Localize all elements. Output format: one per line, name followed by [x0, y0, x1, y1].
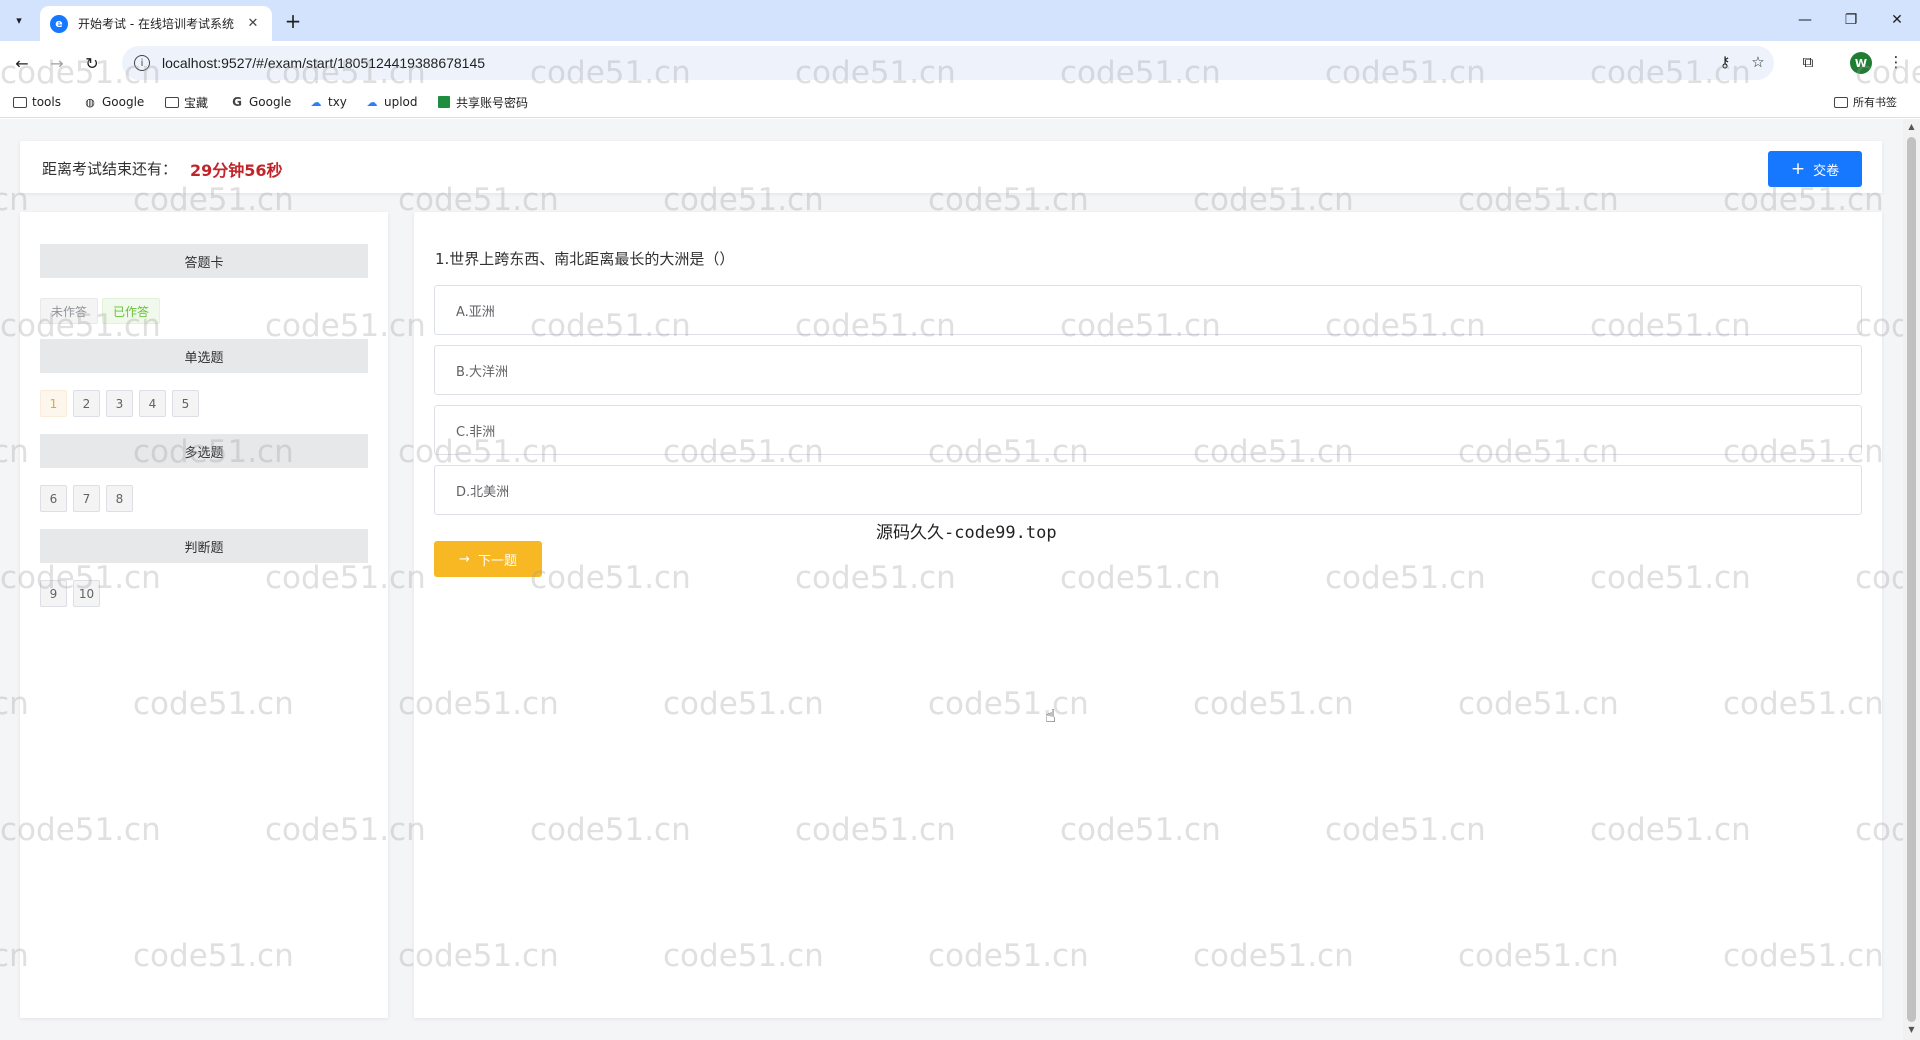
question-number-button[interactable]: 2 [73, 390, 100, 417]
question-number-button[interactable]: 9 [40, 580, 67, 607]
question-panel: 1.世界上跨东西、南北距离最长的大洲是（） A.亚洲 B.大洋洲 C.非洲 D.… [414, 212, 1882, 1018]
timer-label: 距离考试结束还有： [42, 160, 178, 178]
answer-option-a[interactable]: A.亚洲 [434, 285, 1862, 335]
multiple-choice-numbers: 6 7 8 [40, 485, 133, 512]
exam-page: 距离考试结束还有： 29分钟56秒 + 交卷 答题卡 未作答 已作答 单选题 1… [0, 119, 1920, 1040]
site-favicon-icon: e [50, 14, 68, 33]
extensions-puzzle-icon[interactable]: ⧉ [1796, 50, 1820, 74]
question-number-button[interactable]: 3 [106, 390, 133, 417]
hand-cursor-icon: ☝ [1045, 706, 1056, 727]
cloud-icon: ☁ [310, 95, 322, 109]
address-bar[interactable]: i localhost:9527/#/exam/start/1805124419… [122, 46, 1774, 80]
minimize-window-icon[interactable]: — [1782, 0, 1828, 40]
folder-icon [1834, 96, 1848, 108]
page-scrollbar[interactable]: ▲ ▼ [1903, 119, 1920, 1040]
bookmark-label: Google [249, 95, 292, 109]
new-tab-plus-icon[interactable]: + [280, 8, 306, 34]
question-text: 1.世界上跨东西、南北距离最长的大洲是（） [435, 250, 735, 268]
question-number-button[interactable]: 10 [73, 580, 100, 607]
question-number-button[interactable]: 6 [40, 485, 67, 512]
browser-toolbar: ← → ↻ i localhost:9527/#/exam/start/1805… [0, 41, 1920, 85]
answer-option-d[interactable]: D.北美洲 [434, 465, 1862, 515]
browser-tab-active[interactable]: e 开始考试 - 在线培训考试系统 ✕ [40, 6, 272, 41]
question-number-button[interactable]: 4 [139, 390, 166, 417]
arrow-right-icon: → [459, 551, 470, 567]
bookmarks-bar: tools ◍ Google 宝藏 G Google ☁ txy ☁ uplod… [0, 85, 1920, 118]
bookmark-label: Google [102, 95, 145, 109]
bookmark-label: 共享账号密码 [456, 95, 529, 110]
answer-card-title: 答题卡 [40, 244, 368, 278]
sheets-icon [437, 96, 451, 108]
google-icon: G [232, 95, 242, 109]
reload-icon[interactable]: ↻ [78, 49, 106, 77]
profile-avatar[interactable]: W [1850, 52, 1872, 74]
bookmark-star-icon[interactable]: ☆ [1746, 50, 1770, 74]
timer-countdown: 29分钟56秒 [190, 161, 283, 180]
exam-timer-bar: 距离考试结束还有： 29分钟56秒 + 交卷 [20, 141, 1882, 193]
folder-icon [165, 96, 179, 108]
bookmark-label: txy [328, 95, 347, 109]
question-number-button[interactable]: 7 [73, 485, 100, 512]
bookmark-label: tools [32, 95, 61, 109]
browser-menu-icon[interactable]: ⋮ [1884, 50, 1908, 74]
question-number-button[interactable]: 8 [106, 485, 133, 512]
close-window-icon[interactable]: ✕ [1874, 0, 1920, 40]
bookmark-treasure[interactable]: 宝藏 [165, 92, 208, 112]
restore-window-icon[interactable]: ❐ [1828, 0, 1874, 40]
question-number-button[interactable]: 1 [40, 390, 67, 417]
folder-icon [13, 96, 27, 108]
all-bookmarks-label: 所有书签 [1853, 96, 1897, 109]
section-multiple-choice: 多选题 [40, 434, 368, 468]
bookmark-google-2[interactable]: G Google [230, 92, 291, 112]
legend-unanswered: 未作答 [40, 298, 98, 324]
back-arrow-icon[interactable]: ← [8, 49, 36, 77]
scroll-down-icon[interactable]: ▼ [1906, 1025, 1917, 1037]
true-false-numbers: 9 10 [40, 580, 100, 607]
forward-arrow-icon[interactable]: → [43, 49, 71, 77]
answer-card-panel: 答题卡 未作答 已作答 单选题 1 2 3 4 5 多选题 6 7 8 判断题 … [20, 212, 388, 1018]
bookmark-shared-accounts[interactable]: 共享账号密码 [437, 92, 528, 112]
bookmark-label: uplod [384, 95, 418, 109]
bookmark-label: 宝藏 [184, 95, 209, 110]
browser-tab-strip: ▾ e 开始考试 - 在线培训考试系统 ✕ + — ❐ ✕ [0, 0, 1920, 41]
password-key-icon[interactable]: ⚷ [1713, 50, 1737, 74]
tab-title: 开始考试 - 在线培训考试系统 [78, 17, 234, 31]
scroll-up-icon[interactable]: ▲ [1906, 122, 1917, 134]
url-text[interactable]: localhost:9527/#/exam/start/180512441938… [162, 55, 485, 71]
scroll-thumb[interactable] [1907, 137, 1916, 1022]
cloud-icon: ☁ [366, 95, 378, 109]
bookmark-google[interactable]: ◍ Google [83, 92, 144, 112]
plus-icon: + [1790, 159, 1806, 179]
answer-option-c[interactable]: C.非洲 [434, 405, 1862, 455]
section-true-false: 判断题 [40, 529, 368, 563]
globe-icon: ◍ [85, 95, 95, 109]
next-label: 下一题 [477, 553, 517, 569]
all-bookmarks[interactable]: 所有书签 [1834, 92, 1897, 112]
tab-search-chevron-icon[interactable]: ▾ [6, 8, 32, 32]
bookmark-tools[interactable]: tools [13, 92, 61, 112]
question-number-button[interactable]: 5 [172, 390, 199, 417]
answer-option-b[interactable]: B.大洋洲 [434, 345, 1862, 395]
submit-exam-button[interactable]: + 交卷 [1768, 151, 1862, 187]
site-info-icon[interactable]: i [134, 55, 150, 71]
next-question-button[interactable]: → 下一题 [434, 541, 542, 577]
single-choice-numbers: 1 2 3 4 5 [40, 390, 199, 417]
tab-close-icon[interactable]: ✕ [244, 15, 262, 33]
source-caption: 源码久久-code99.top [876, 523, 1057, 543]
section-single-choice: 单选题 [40, 339, 368, 373]
submit-label: 交卷 [1813, 163, 1840, 179]
bookmark-txy[interactable]: ☁ txy [309, 92, 347, 112]
bookmark-uplod[interactable]: ☁ uplod [365, 92, 418, 112]
legend-answered: 已作答 [102, 298, 160, 324]
